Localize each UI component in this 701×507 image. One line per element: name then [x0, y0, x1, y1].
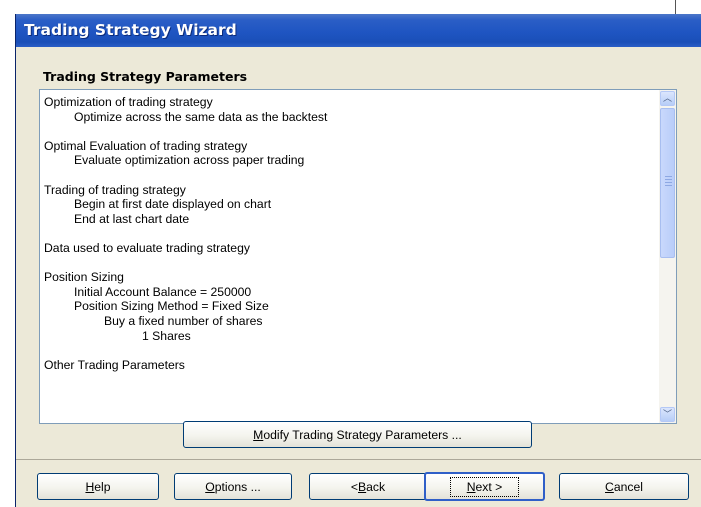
modify-parameters-button[interactable]: Modify Trading Strategy Parameters ... — [183, 421, 532, 448]
button-mnemonic: C — [605, 479, 614, 494]
parameter-heading: Trading of trading strategy — [44, 182, 186, 197]
chevron-up-icon: ︿ — [662, 93, 672, 103]
parameters-textbox[interactable]: Optimization of trading strategy Optimize… — [39, 89, 677, 424]
background-line — [675, 0, 676, 14]
scroll-down-button[interactable]: ﹀ — [660, 407, 675, 422]
button-mnemonic: M — [253, 427, 264, 442]
focus-ring: Next > — [449, 476, 520, 497]
grip-line — [665, 176, 672, 177]
section-heading: Trading Strategy Parameters — [43, 69, 248, 84]
next-button[interactable]: Next > — [424, 472, 545, 501]
parameter-heading: Optimal Evaluation of trading strategy — [44, 138, 248, 153]
parameter-detail: 1 Shares — [142, 328, 191, 343]
scroll-up-button[interactable]: ︿ — [660, 91, 675, 106]
wizard-dialog: Trading Strategy Wizard Trading Strategy… — [15, 14, 701, 507]
scroll-thumb[interactable] — [660, 108, 675, 258]
button-label: ack — [366, 479, 386, 494]
parameter-detail: Begin at first date displayed on chart — [74, 197, 272, 212]
parameter-detail: Position Sizing Method = Fixed Size — [74, 299, 269, 314]
parameter-heading: Other Trading Parameters — [44, 357, 185, 372]
grip-line — [665, 182, 672, 183]
button-label-prefix: < — [350, 479, 358, 494]
chevron-down-icon: ﹀ — [662, 409, 672, 419]
button-mnemonic: N — [466, 479, 476, 494]
cancel-button[interactable]: Cancel — [559, 473, 689, 500]
vertical-scrollbar[interactable]: ︿ ﹀ — [659, 90, 676, 423]
back-button[interactable]: < Back — [309, 473, 427, 500]
divider — [16, 459, 701, 460]
button-label: ext > — [475, 479, 503, 494]
button-mnemonic: B — [358, 479, 367, 494]
button-label: elp — [94, 479, 111, 494]
title-bar[interactable]: Trading Strategy Wizard — [16, 14, 701, 47]
help-button[interactable]: Help — [37, 473, 159, 500]
button-label: ptions ... — [214, 479, 261, 494]
parameter-detail: Optimize across the same data as the bac… — [74, 109, 328, 124]
parameter-detail: End at last chart date — [74, 211, 190, 226]
parameter-detail: Initial Account Balance = 250000 — [74, 284, 252, 299]
parameters-list: Optimization of trading strategy Optimize… — [44, 95, 654, 423]
parameter-detail: Evaluate optimization across paper tradi… — [74, 153, 305, 168]
options-button[interactable]: Options ... — [174, 473, 292, 500]
button-label: ancel — [613, 479, 643, 494]
grip-line — [665, 185, 672, 186]
window-title: Trading Strategy Wizard — [24, 21, 237, 39]
button-label: odify Trading Strategy Parameters ... — [263, 427, 462, 442]
button-mnemonic: O — [205, 479, 215, 494]
parameter-heading: Position Sizing — [44, 270, 124, 285]
background-strip — [0, 0, 701, 14]
parameter-heading: Data used to evaluate trading strategy — [44, 240, 250, 255]
parameter-detail: Buy a fixed number of shares — [104, 313, 263, 328]
button-mnemonic: H — [85, 479, 95, 494]
grip-line — [665, 179, 672, 180]
parameter-heading: Optimization of trading strategy — [44, 95, 213, 109]
